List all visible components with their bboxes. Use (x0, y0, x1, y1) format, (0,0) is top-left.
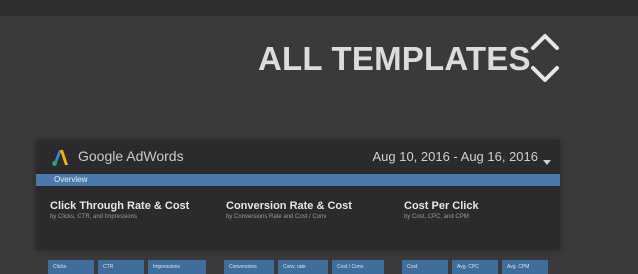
chevron-down-icon[interactable] (525, 62, 565, 88)
date-range[interactable]: Aug 10, 2016 - Aug 16, 2016 (372, 149, 538, 164)
app-name: Google AdWords (78, 148, 184, 164)
caret-down-icon[interactable] (543, 153, 551, 165)
section-subtitle: by Cost, CPC, and CPM (404, 214, 469, 220)
metric-tile: Conv. rate (278, 260, 328, 274)
banner-title: ALL TEMPLATES (258, 40, 531, 77)
metric-tile: Avg. CPM (502, 260, 548, 274)
metric-tile: Clicks (48, 260, 94, 274)
metric-tile: Conversions (224, 260, 274, 274)
tab-overview[interactable]: Overview (54, 174, 87, 186)
section-ctr-cost: Click Through Rate & Cost by Clicks, CTR… (50, 200, 210, 220)
metric-tile: CTR (98, 260, 144, 274)
top-band (0, 0, 638, 16)
metric-tile: Cost / Conv. (332, 260, 384, 274)
preview-header: Google AdWords Aug 10, 2016 - Aug 16, 20… (36, 140, 560, 174)
section-subtitle: by Conversions Rate and Cost / Conv (226, 214, 327, 220)
section-subtitle: by Clicks, CTR, and Impressions (50, 214, 138, 220)
metric-tile: Cost (402, 260, 448, 274)
metric-tile: Avg. CPC (452, 260, 498, 274)
template-nav (525, 28, 565, 92)
template-preview-card[interactable]: Google AdWords Aug 10, 2016 - Aug 16, 20… (36, 140, 560, 274)
section-title: Click Through Rate & Cost (50, 200, 190, 212)
google-adwords-logo-icon (50, 147, 70, 167)
metric-tile: Impressions (148, 260, 206, 274)
section-title: Cost Per Click (404, 200, 479, 212)
tab-bar: Overview (36, 174, 560, 186)
section-conversion: Conversion Rate & Cost by Conversions Ra… (226, 200, 386, 220)
chevron-up-icon[interactable] (525, 28, 565, 54)
section-title: Conversion Rate & Cost (226, 200, 352, 212)
section-cpc: Cost Per Click by Cost, CPC, and CPM (404, 200, 564, 220)
